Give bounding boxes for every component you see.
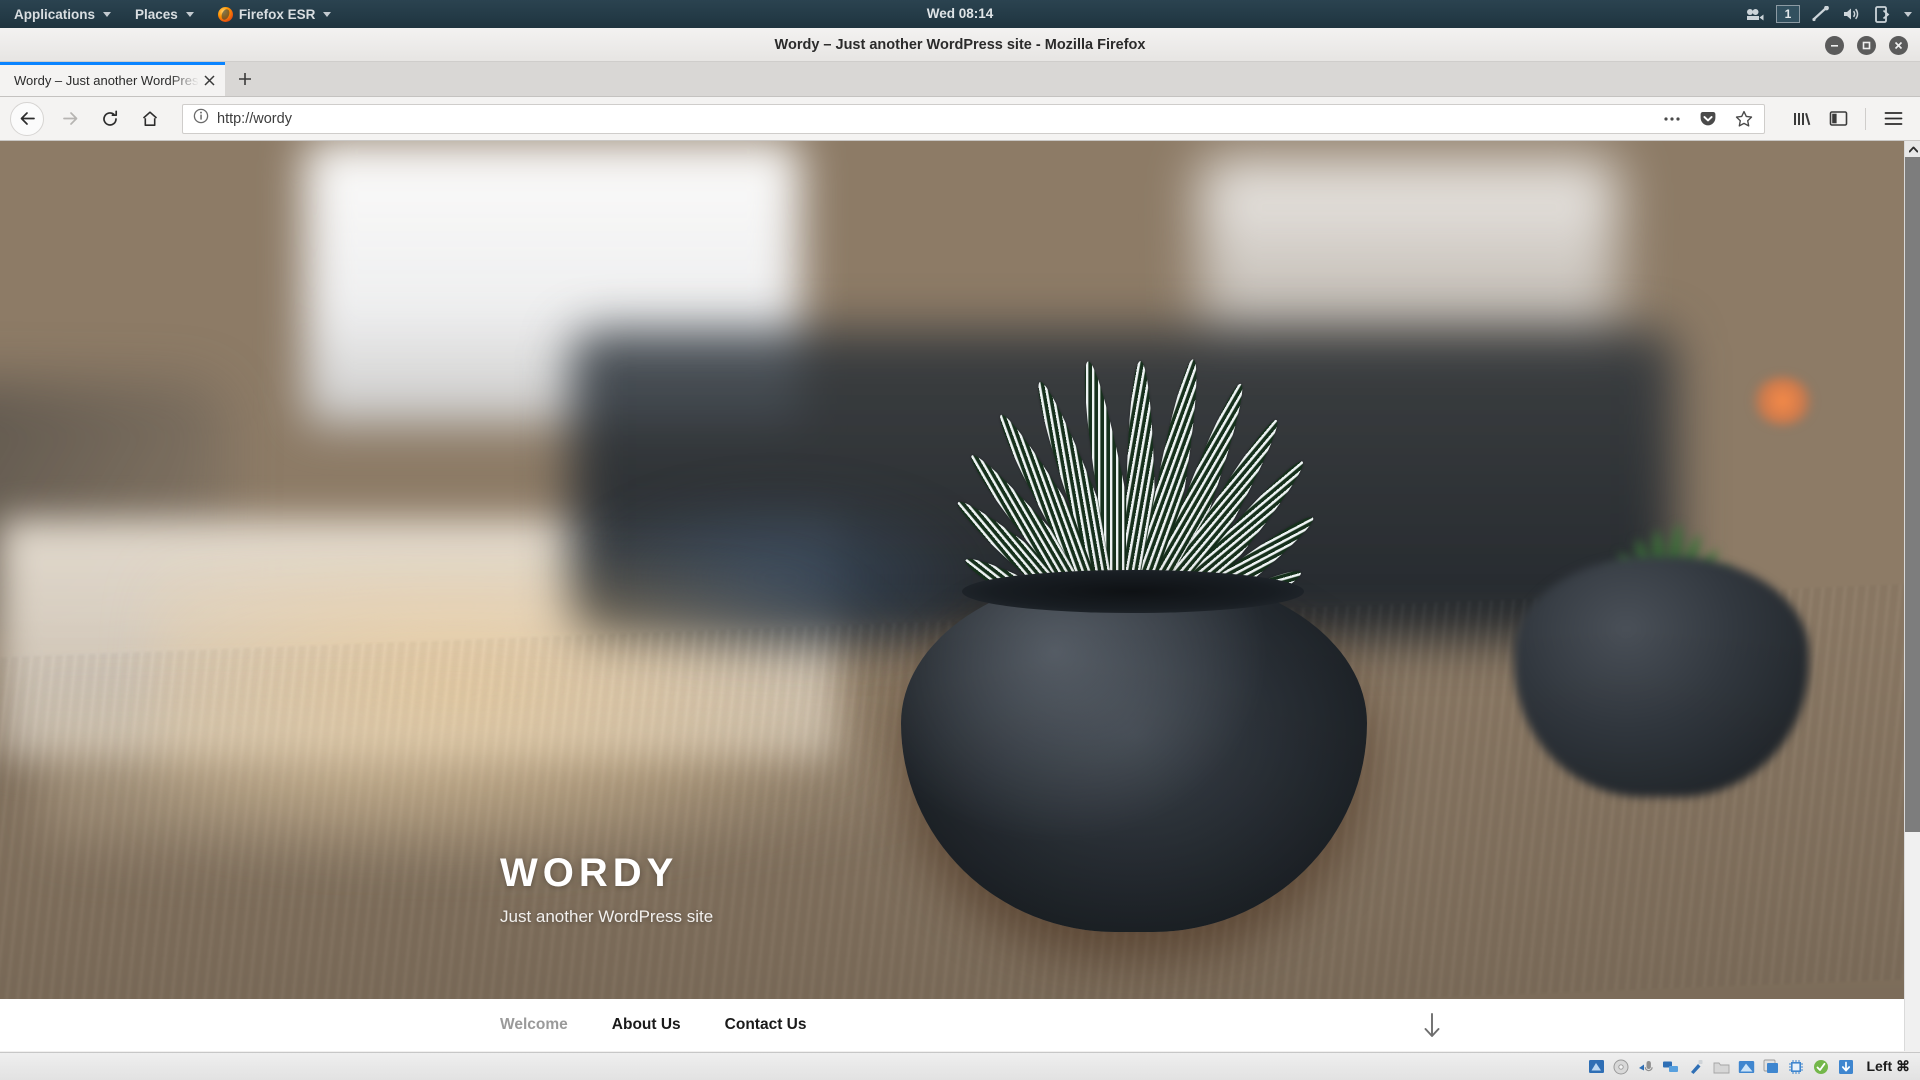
panel-system-tray: 1 xyxy=(1746,0,1912,28)
window-controls xyxy=(1825,28,1908,62)
site-tagline: Just another WordPress site xyxy=(500,907,714,926)
page-scrollbar[interactable] xyxy=(1904,141,1920,1051)
chevron-down-icon[interactable] xyxy=(1904,11,1912,17)
info-circle-icon[interactable] xyxy=(193,108,209,129)
sidebar-icon[interactable] xyxy=(1821,102,1855,136)
site-menu-item-contact-us[interactable]: Contact Us xyxy=(725,1016,807,1034)
display-icon[interactable] xyxy=(1737,1058,1755,1076)
url-bar[interactable]: http://wordy xyxy=(182,103,1765,134)
usb-icon[interactable] xyxy=(1687,1058,1705,1076)
hero-banner: WORDY Just another WordPress site xyxy=(0,141,1904,999)
panel-menu-firefox[interactable]: Firefox ESR xyxy=(206,0,344,28)
maximize-button[interactable] xyxy=(1857,35,1876,55)
star-icon[interactable] xyxy=(1730,106,1758,132)
site-menu-item-about-us[interactable]: About Us xyxy=(612,1016,681,1034)
hamburger-menu-icon[interactable] xyxy=(1876,102,1910,136)
site-title[interactable]: WORDY xyxy=(500,851,713,895)
panel-menu-places[interactable]: Places xyxy=(123,0,206,28)
panel-menu-applications[interactable]: Applications xyxy=(0,0,123,28)
panel-menu-firefox-label: Firefox ESR xyxy=(238,6,316,22)
firefox-window: Wordy – Just another WordPress site - Mo… xyxy=(0,28,1920,1052)
browser-toolbar: http://wordy xyxy=(0,97,1920,141)
close-button[interactable] xyxy=(1889,35,1908,55)
hero-secondary-pot xyxy=(1513,557,1809,798)
url-input[interactable]: http://wordy xyxy=(217,111,1650,127)
keyboard-icon[interactable] xyxy=(1837,1058,1855,1076)
reload-button[interactable] xyxy=(92,102,128,136)
battery-icon[interactable] xyxy=(1874,5,1890,23)
audio-icon[interactable] xyxy=(1637,1058,1655,1076)
network-icon[interactable] xyxy=(1662,1058,1680,1076)
gnome-top-panel: Applications Places Firefox ESR Wed 08:1… xyxy=(0,0,1920,28)
scrollbar-up-button[interactable] xyxy=(1905,141,1920,157)
arrow-down-icon[interactable] xyxy=(1421,1013,1443,1044)
panel-menu-places-label: Places xyxy=(135,6,178,22)
browser-tab-active[interactable]: Wordy – Just another WordPress site xyxy=(0,62,225,96)
recording-icon[interactable] xyxy=(1762,1058,1780,1076)
chevron-down-icon xyxy=(103,11,112,17)
virtualbox-status-bar: Left ⌘ xyxy=(0,1052,1920,1080)
firefox-logo-icon xyxy=(217,6,233,22)
new-tab-button[interactable] xyxy=(225,62,265,96)
tab-strip: Wordy – Just another WordPress site xyxy=(0,62,1920,97)
scrollbar-thumb[interactable] xyxy=(1905,157,1920,832)
site-menu-item-welcome[interactable]: Welcome xyxy=(500,1016,568,1034)
virtualbox-host-key: Left ⌘ xyxy=(1866,1058,1910,1074)
toolbar-right-group xyxy=(1779,102,1910,136)
window-titlebar: Wordy – Just another WordPress site - Mo… xyxy=(0,28,1920,62)
chevron-down-icon xyxy=(323,11,332,17)
site-branding: WORDY Just another WordPress site xyxy=(500,851,713,927)
optical-disk-icon[interactable] xyxy=(1612,1058,1630,1076)
pocket-icon[interactable] xyxy=(1694,106,1722,132)
hard-disk-icon[interactable] xyxy=(1587,1058,1605,1076)
home-button[interactable] xyxy=(132,102,168,136)
site-menu: Welcome About Us Contact Us xyxy=(500,1016,807,1034)
window-title: Wordy – Just another WordPress site - Mo… xyxy=(774,36,1146,53)
chevron-down-icon xyxy=(185,11,194,17)
back-button[interactable] xyxy=(10,101,44,136)
network-icon[interactable] xyxy=(1812,6,1830,22)
page-viewport: WORDY Just another WordPress site Welcom… xyxy=(0,141,1920,1051)
speaker-icon[interactable] xyxy=(1842,6,1862,22)
minimize-button[interactable] xyxy=(1825,35,1844,55)
workspace-indicator[interactable]: 1 xyxy=(1776,5,1800,23)
hero-background-table-sheen xyxy=(38,672,1029,879)
ellipsis-icon[interactable] xyxy=(1658,106,1686,132)
panel-menu-applications-label: Applications xyxy=(14,6,96,22)
site-navigation-bar: Welcome About Us Contact Us xyxy=(0,999,1904,1051)
browser-tab-title: Wordy – Just another WordPress site xyxy=(14,73,199,88)
hero-plant-pot-rim xyxy=(961,570,1305,613)
toolbar-divider xyxy=(1865,107,1866,130)
close-icon[interactable] xyxy=(199,71,219,91)
library-icon[interactable] xyxy=(1785,102,1819,136)
forward-button[interactable] xyxy=(52,102,88,136)
shared-folder-icon[interactable] xyxy=(1712,1058,1730,1076)
hero-background-bokeh-light xyxy=(1751,376,1813,425)
video-camera-icon[interactable] xyxy=(1746,7,1764,21)
mouse-icon[interactable] xyxy=(1812,1058,1830,1076)
virtualization-icon[interactable] xyxy=(1787,1058,1805,1076)
